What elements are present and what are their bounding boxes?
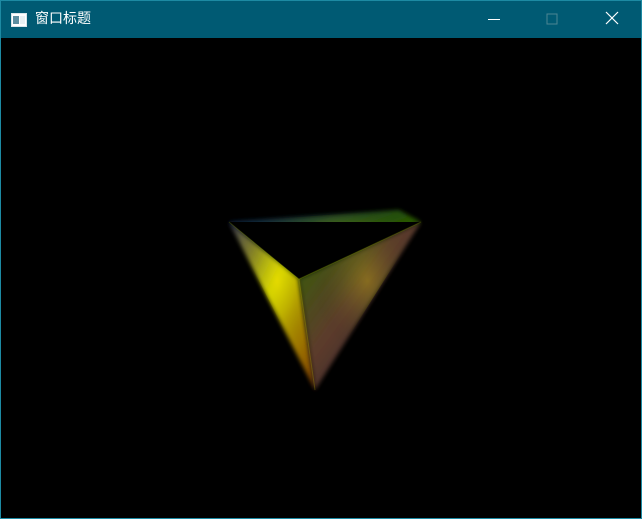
maximize-icon — [546, 10, 558, 29]
minimize-button[interactable] — [471, 1, 517, 38]
close-button[interactable] — [589, 1, 635, 38]
maximize-button[interactable] — [529, 1, 575, 38]
cube-shape — [228, 210, 422, 391]
window-title: 窗口标题 — [35, 11, 91, 27]
close-icon — [605, 10, 619, 29]
title-bar[interactable]: 窗口标题 — [1, 1, 641, 38]
app-window: 窗口标题 — [0, 0, 642, 519]
color-cube-canvas — [228, 210, 422, 391]
window-app-icon[interactable] — [11, 12, 27, 27]
render-viewport[interactable] — [1, 38, 641, 518]
minimize-icon — [488, 10, 500, 29]
